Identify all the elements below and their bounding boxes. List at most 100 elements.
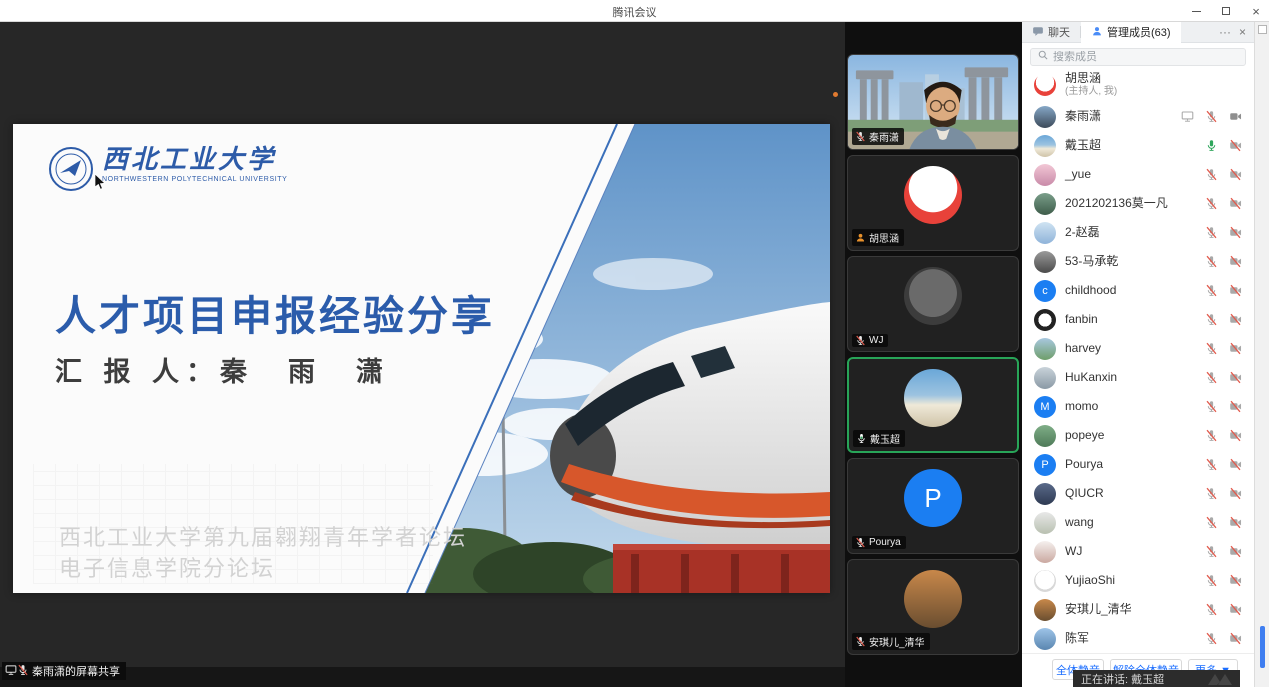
red-platform [613,544,830,593]
participant-avatar [904,166,962,224]
close-icon: × [1252,5,1260,18]
tab-chat[interactable]: 聊天 [1022,22,1080,43]
panel-collapse-button[interactable] [1258,25,1267,34]
member-row[interactable]: 陈军 [1022,624,1254,653]
close-button[interactable]: × [1249,4,1263,18]
camera-muted-icon [1229,516,1242,529]
member-row[interactable]: _yue [1022,160,1254,189]
video-tile[interactable]: 戴玉超 [847,357,1019,453]
member-row[interactable]: fanbin [1022,305,1254,334]
speaking-toast-text: 正在讲话: 戴玉超 [1081,671,1164,687]
slide-footer-line1: 西北工业大学第九届翱翔青年学者论坛 [59,522,467,553]
member-row[interactable]: 胡思涵(主持人, 我) [1022,68,1254,102]
camera-on-icon [1229,110,1242,123]
video-tile[interactable]: 秦雨潇 [847,54,1019,150]
presentation-slide: 西北工业大学 NORTHWESTERN POLYTECHNICAL UNIVER… [13,124,830,593]
screen-share-label: 秦雨潇的屏幕共享 [2,662,126,680]
tile-name-label: 戴玉超 [853,430,905,447]
minimize-button[interactable] [1189,4,1203,18]
member-name: WJ [1065,545,1082,559]
tile-name-label: 安琪儿_清华 [852,633,930,650]
member-row[interactable]: popeye [1022,421,1254,450]
university-name-en: NORTHWESTERN POLYTECHNICAL UNIVERSITY [102,176,287,183]
member-avatar [1034,106,1056,128]
member-row[interactable]: QIUCR [1022,479,1254,508]
mic-muted-icon [1205,632,1218,645]
slide-title: 人才项目申报经验分享 [55,282,495,342]
mic-muted-icon [1205,168,1218,181]
mouse-cursor-icon [95,174,106,195]
member-row[interactable]: 秦雨潇 [1022,102,1254,131]
mic-muted-icon [1205,371,1218,384]
camera-muted-icon [1229,574,1242,587]
member-row[interactable]: YujiaoShi [1022,566,1254,595]
member-row[interactable]: Mmomo [1022,392,1254,421]
tile-name-label: 胡思涵 [852,229,904,246]
mic-muted-icon [1205,429,1218,442]
member-list: 胡思涵(主持人, 我) 秦雨潇戴玉超 _yue 2021202136莫一凡 2-赵磊 53… [1022,68,1254,656]
tab-members[interactable]: 管理成员(63) [1081,22,1181,43]
chat-tab-icon [1032,25,1044,37]
member-search-input[interactable] [1053,51,1239,63]
university-emblem-icon [48,146,94,192]
camera-muted-icon [1229,371,1242,384]
member-row[interactable]: harvey [1022,334,1254,363]
member-row[interactable]: 安琪儿_清华 [1022,595,1254,624]
member-avatar [1034,338,1056,360]
camera-muted-icon [1229,458,1242,471]
member-row[interactable]: 2-赵磊 [1022,218,1254,247]
mic-muted-icon [1205,197,1218,210]
member-row[interactable]: c childhood [1022,276,1254,305]
slide-presenter: 汇 报 人：秦 雨 潇 [55,350,390,389]
member-row[interactable]: PPourya [1022,450,1254,479]
mic-muted-icon [1205,313,1218,326]
member-row[interactable]: HuKanxin [1022,363,1254,392]
member-avatar [1034,541,1056,563]
speaking-toast: 正在讲话: 戴玉超 [1073,670,1240,687]
panel-close-button[interactable]: × [1239,26,1246,38]
tile-name-text: 戴玉超 [870,431,900,446]
mic-muted-icon [1205,110,1218,123]
panel-edge-strip [1254,22,1269,687]
video-tile[interactable]: WJ [847,256,1019,352]
member-name: childhood [1065,284,1116,298]
participant-avatar [904,267,962,325]
member-name: _yue [1065,168,1091,182]
member-list-scrollbar[interactable] [1260,626,1265,668]
member-row[interactable]: 戴玉超 [1022,131,1254,160]
video-tile[interactable]: 胡思涵 [847,155,1019,251]
tab-chat-label: 聊天 [1048,24,1070,40]
mic-muted-icon [1205,603,1218,616]
camera-muted-icon [1229,342,1242,355]
member-name: 2021202136莫一凡 [1065,197,1168,211]
member-name: 秦雨潇 [1065,110,1101,124]
video-tile[interactable]: 安琪儿_清华 [847,559,1019,655]
tile-name-text: Pourya [869,537,901,548]
member-name: popeye [1065,429,1104,443]
member-avatar [1034,512,1056,534]
member-name: 2-赵磊 [1065,226,1100,240]
member-row[interactable]: WJ [1022,537,1254,566]
mic-muted-icon [855,335,866,346]
mic-muted-icon [1205,458,1218,471]
member-name: 陈军 [1065,632,1089,646]
member-avatar [1034,309,1056,331]
video-tile[interactable]: PPourya [847,458,1019,554]
member-name: momo [1065,400,1098,414]
member-row[interactable]: wang [1022,508,1254,537]
university-name-cn: 西北工业大学 [102,146,287,175]
slide-footer: 西北工业大学第九届翱翔青年学者论坛 电子信息学院分论坛 [59,522,467,584]
window-title: 腾讯会议 [0,4,1269,20]
member-avatar [1034,570,1056,592]
tile-name-text: 安琪儿_清华 [869,634,925,649]
member-row[interactable]: 2021202136莫一凡 [1022,189,1254,218]
member-avatar: c [1034,280,1056,302]
panel-more-button[interactable]: ··· [1219,26,1231,38]
screen-share-label-text: 秦雨潇的屏幕共享 [32,663,120,679]
tile-name-label: Pourya [852,536,906,549]
mic-muted-icon [1205,255,1218,268]
members-tab-icon [1091,25,1103,37]
maximize-button[interactable] [1219,4,1233,18]
member-row[interactable]: 53-马承乾 [1022,247,1254,276]
camera-muted-icon [1229,313,1242,326]
